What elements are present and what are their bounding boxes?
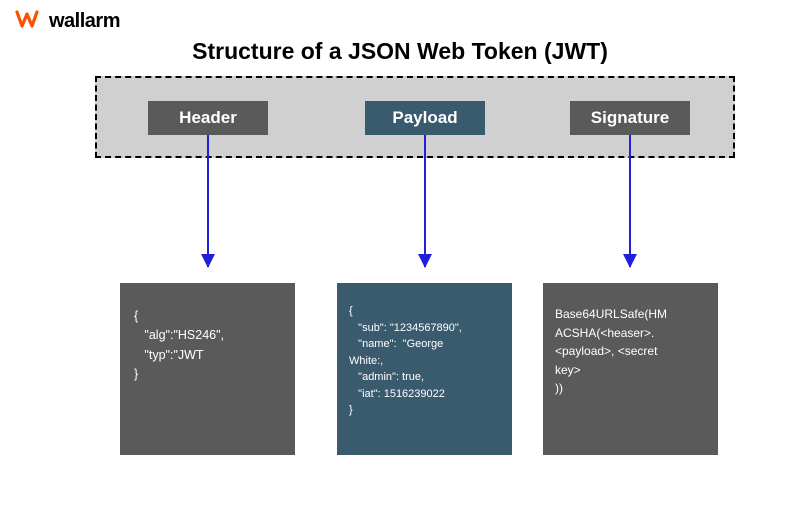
logo-text: wallarm <box>49 10 120 33</box>
code-block-signature: Base64URLSafe(HM ACSHA(<heaser>. <payloa… <box>543 283 718 455</box>
label-signature: Signature <box>570 101 690 135</box>
logo: wallarm <box>15 8 120 35</box>
arrow-down-icon <box>207 135 209 267</box>
label-header: Header <box>148 101 268 135</box>
diagram-title: Structure of a JSON Web Token (JWT) <box>0 38 800 65</box>
arrow-down-icon <box>424 135 426 267</box>
arrow-down-icon <box>629 135 631 267</box>
wallarm-logo-icon <box>15 8 43 35</box>
label-payload: Payload <box>365 101 485 135</box>
code-block-header: { "alg":"HS246", "typ":"JWT } <box>120 283 295 455</box>
code-block-payload: { "sub": "1234567890", "name": "George W… <box>337 283 512 455</box>
